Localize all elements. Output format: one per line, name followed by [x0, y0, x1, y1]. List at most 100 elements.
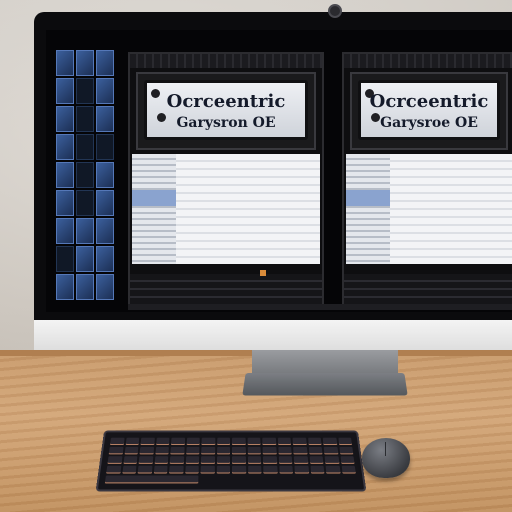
keyboard-key[interactable] — [153, 465, 168, 474]
spacebar-key[interactable] — [104, 475, 199, 484]
keyboard-key[interactable] — [231, 437, 246, 446]
thumbnail-tile[interactable] — [56, 106, 74, 132]
keyboard-key[interactable] — [185, 446, 200, 455]
keyboard-key[interactable] — [231, 446, 246, 455]
keyboard[interactable] — [95, 430, 367, 492]
keyboard-key[interactable] — [262, 437, 276, 446]
keyboard-key[interactable] — [247, 437, 261, 446]
mouse[interactable] — [362, 438, 410, 478]
keyboard-key[interactable] — [325, 465, 341, 474]
keyboard-key[interactable] — [322, 437, 337, 446]
keyboard-key[interactable] — [140, 437, 155, 446]
keyboard-key[interactable] — [232, 465, 246, 474]
thumbnail-tile[interactable] — [96, 50, 114, 76]
keyboard-key[interactable] — [108, 446, 124, 455]
thumbnail-tile[interactable] — [96, 78, 114, 104]
keyboard-key[interactable] — [247, 456, 262, 464]
thumbnail-tile[interactable] — [96, 134, 114, 160]
keyboard-key[interactable] — [263, 465, 278, 474]
keyboard-key[interactable] — [231, 456, 246, 464]
keyboard-key[interactable] — [262, 456, 277, 464]
thumbnail-tile[interactable] — [76, 218, 94, 244]
thumbnail-tile[interactable] — [96, 106, 114, 132]
keyboard-key[interactable] — [278, 465, 293, 474]
thumbnail-tile[interactable] — [76, 134, 94, 160]
keyboard-key[interactable] — [277, 437, 292, 446]
thumbnail-tile[interactable] — [56, 190, 74, 216]
sign-image: Ocrceentric Garysroe OE — [350, 72, 508, 150]
thumbnail-tile[interactable] — [76, 78, 94, 104]
keyboard-key[interactable] — [292, 437, 307, 446]
keyboard-key[interactable] — [293, 446, 308, 455]
keyboard-key[interactable] — [124, 446, 139, 455]
keyboard-key[interactable] — [109, 437, 125, 446]
keyboard-key[interactable] — [201, 446, 215, 455]
keyboard-key[interactable] — [170, 437, 185, 446]
thumbnail-tile[interactable] — [56, 162, 74, 188]
thumbnail-tile[interactable] — [56, 246, 74, 272]
thumbnail-tile[interactable] — [56, 50, 74, 76]
keyboard-key[interactable] — [106, 465, 121, 474]
thumbnail-tile[interactable] — [76, 190, 94, 216]
keyboard-key[interactable] — [338, 446, 354, 455]
thumbnail-tile[interactable] — [76, 50, 94, 76]
keyboard-key[interactable] — [308, 446, 323, 455]
document-column — [132, 154, 176, 264]
document-panel-right: Ocrceentric Garysroe OE — [342, 52, 512, 306]
keyboard-key[interactable] — [324, 456, 339, 464]
keyboard-key[interactable] — [309, 456, 324, 464]
keyboard-key[interactable] — [309, 465, 325, 474]
keyboard-key[interactable] — [340, 456, 355, 464]
keyboard-key[interactable] — [139, 446, 154, 455]
thumbnail-tile[interactable] — [76, 246, 94, 272]
keyboard-key[interactable] — [138, 456, 153, 464]
thumbnail-tile[interactable] — [76, 274, 94, 300]
thumbnail-tile[interactable] — [96, 190, 114, 216]
keyboard-key[interactable] — [216, 437, 231, 446]
keyboard-key[interactable] — [277, 446, 292, 455]
thumbnail-tile[interactable] — [96, 162, 114, 188]
keyboard-key[interactable] — [323, 446, 338, 455]
keyboard-key[interactable] — [169, 456, 184, 464]
thumbnail-tile[interactable] — [56, 274, 74, 300]
keyboard-key[interactable] — [201, 437, 215, 446]
keyboard-key[interactable] — [155, 437, 170, 446]
keyboard-key[interactable] — [200, 456, 215, 464]
thumbnail-tile[interactable] — [96, 218, 114, 244]
thumbnail-tile[interactable] — [96, 274, 114, 300]
keyboard-key[interactable] — [169, 465, 184, 474]
keyboard-key[interactable] — [307, 437, 322, 446]
keyboard-key[interactable] — [293, 456, 308, 464]
keyboard-key[interactable] — [154, 456, 169, 464]
thumbnail-tile[interactable] — [76, 106, 94, 132]
monitor-chin — [34, 320, 512, 350]
keyboard-key[interactable] — [185, 456, 200, 464]
keyboard-key[interactable] — [123, 456, 138, 464]
keyboard-key[interactable] — [154, 446, 169, 455]
thumbnail-tile[interactable] — [76, 162, 94, 188]
sign-subtitle: Garysron OE — [176, 115, 276, 131]
keyboard-key[interactable] — [262, 446, 277, 455]
keyboard-key[interactable] — [137, 465, 153, 474]
thumbnail-tile[interactable] — [96, 246, 114, 272]
keyboard-key[interactable] — [170, 446, 185, 455]
keyboard-key[interactable] — [200, 465, 215, 474]
thumbnail-tile[interactable] — [56, 78, 74, 104]
keyboard-key[interactable] — [278, 456, 293, 464]
keyboard-key[interactable] — [107, 456, 122, 464]
panel-toolbar — [344, 54, 512, 68]
keyboard-key[interactable] — [247, 465, 262, 474]
thumbnail-tile[interactable] — [56, 218, 74, 244]
keyboard-key[interactable] — [125, 437, 140, 446]
keyboard-key[interactable] — [184, 465, 199, 474]
keyboard-key[interactable] — [294, 465, 309, 474]
thumbnail-tile[interactable] — [56, 134, 74, 160]
keyboard-key[interactable] — [216, 446, 231, 455]
keyboard-key[interactable] — [247, 446, 261, 455]
keyboard-key[interactable] — [216, 465, 230, 474]
keyboard-key[interactable] — [341, 465, 356, 474]
keyboard-key[interactable] — [186, 437, 200, 446]
keyboard-key[interactable] — [216, 456, 231, 464]
keyboard-key[interactable] — [337, 437, 353, 446]
keyboard-key[interactable] — [121, 465, 137, 474]
